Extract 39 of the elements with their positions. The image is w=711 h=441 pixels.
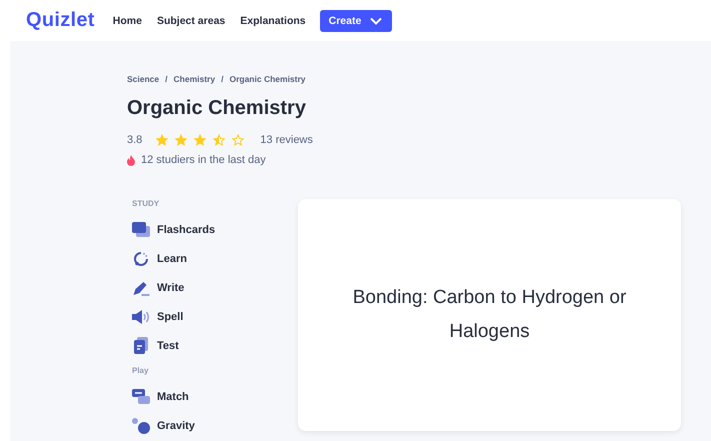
speaker-icon xyxy=(132,310,150,324)
breadcrumb-separator: / xyxy=(165,74,168,84)
study-mode-link[interactable]: Write xyxy=(132,273,298,302)
study-mode-link[interactable]: Flashcards xyxy=(132,215,298,244)
star-icon xyxy=(175,134,188,146)
breadcrumb-link[interactable]: Science xyxy=(127,74,160,84)
set-title: Organic Chemistry xyxy=(127,97,307,120)
flashcard[interactable]: Bonding: Carbon to Hydrogen or Halogens xyxy=(298,199,681,431)
breadcrumb-separator: / xyxy=(221,74,224,84)
planet-icon xyxy=(132,418,150,434)
study-mode-link[interactable]: Match xyxy=(132,382,298,411)
match-icon xyxy=(132,389,150,404)
create-button[interactable]: Create xyxy=(320,10,392,32)
pen-icon xyxy=(132,280,150,296)
circle-arrows-icon xyxy=(132,250,150,266)
star-icon xyxy=(232,134,244,146)
studiers-text: 12 studiers in the last day xyxy=(141,154,266,166)
section-heading: Play xyxy=(132,366,150,377)
star-icon xyxy=(213,134,226,146)
rating-score: 3.8 xyxy=(127,134,142,146)
card-term: Bonding: Carbon to Hydrogen or Halogens xyxy=(352,286,628,344)
star-icon xyxy=(156,134,168,146)
nav-link[interactable]: Home xyxy=(112,14,142,26)
nav-link[interactable]: Explanations xyxy=(240,14,306,26)
review-count[interactable]: 13 reviews xyxy=(260,134,313,146)
chevron-icon xyxy=(370,16,382,24)
breadcrumb-link[interactable]: Chemistry xyxy=(174,74,216,84)
cards-icon xyxy=(132,222,150,238)
breadcrumb-link[interactable]: Organic Chemistry xyxy=(229,74,306,84)
nav-link[interactable]: Subject areas xyxy=(156,14,226,26)
section-heading: STUDY xyxy=(132,199,160,210)
study-mode-link[interactable]: Spell xyxy=(132,302,298,331)
document-icon xyxy=(132,337,150,354)
logo[interactable]: Quizlet xyxy=(26,9,95,32)
flame-icon xyxy=(127,154,135,166)
star-icon xyxy=(194,134,206,146)
study-mode-link[interactable]: Learn xyxy=(132,244,298,273)
study-mode-link[interactable]: Test xyxy=(132,331,298,360)
study-mode-link[interactable]: Gravity xyxy=(132,411,298,440)
